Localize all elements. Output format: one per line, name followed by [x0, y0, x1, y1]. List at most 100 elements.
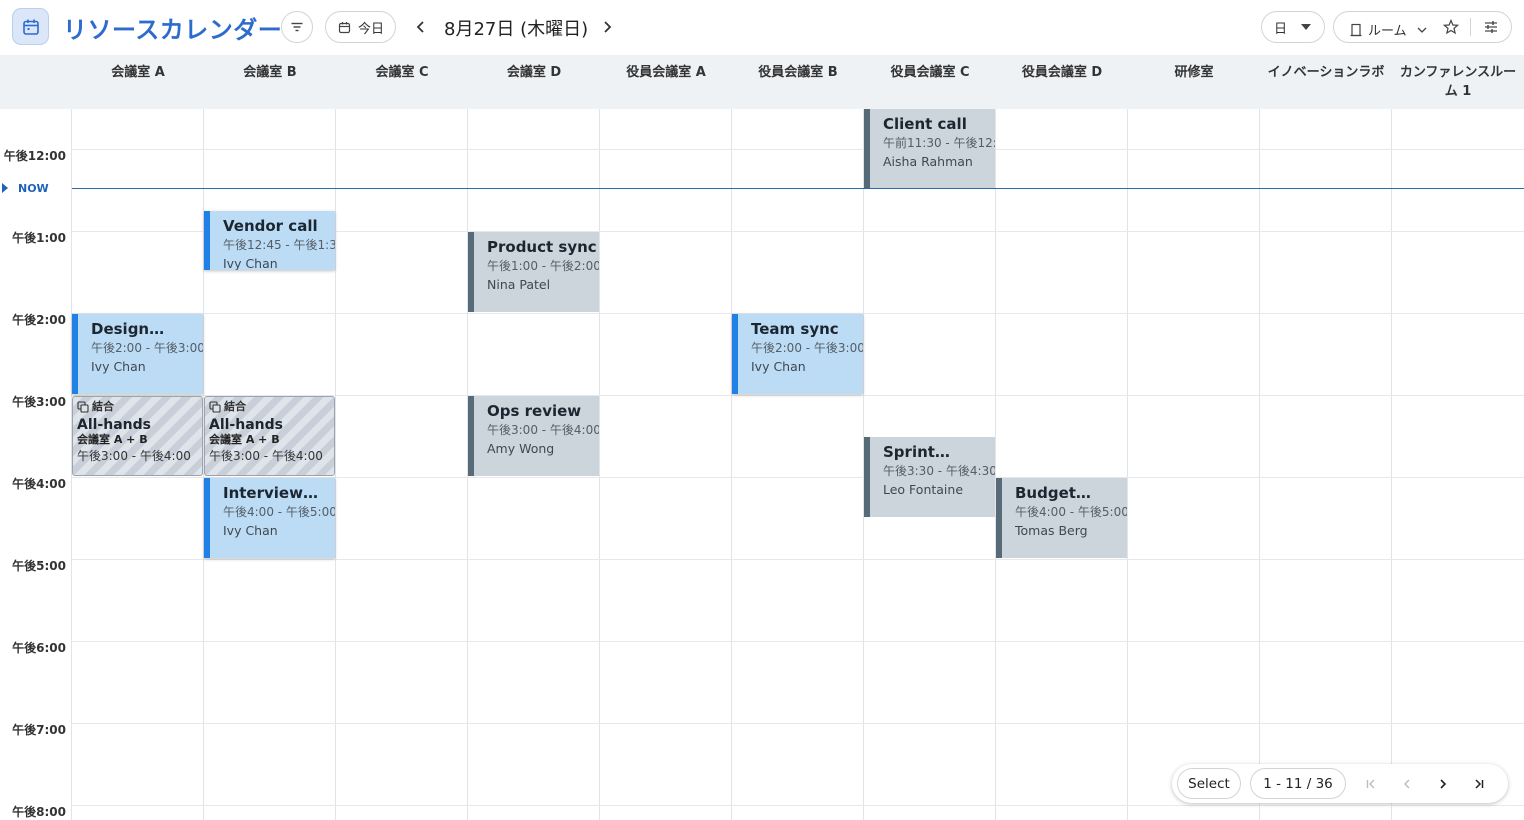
room-pager: Select 1 - 11 / 36: [1172, 764, 1508, 803]
next-day-button[interactable]: [595, 14, 619, 40]
filter-button[interactable]: [281, 11, 313, 43]
merged-tag: 結合: [209, 400, 334, 414]
room-header: カンファレンスルーム 1: [1399, 65, 1517, 99]
room-header: 役員会議室 B: [758, 65, 838, 80]
prev-page-button[interactable]: [1395, 772, 1419, 796]
event-title: Team sync: [751, 320, 839, 338]
event-time: 午後2:00 - 午後3:00: [91, 341, 203, 355]
event-title: Sprint…: [883, 443, 950, 461]
chevron-down-icon: [1417, 27, 1427, 33]
sliders-icon: [1485, 21, 1497, 33]
last-page-button[interactable]: [1467, 772, 1491, 796]
event-time: 午前11:30 - 午後12:30: [883, 136, 995, 150]
room-header: 研修室: [1174, 65, 1214, 80]
event-organizer: Ivy Chan: [751, 359, 806, 374]
time-label: 午後4:00: [12, 477, 66, 491]
room-header: 会議室 D: [506, 65, 562, 80]
event-title: Product sync: [487, 238, 597, 256]
merged-event-rooms: 会議室 A + B: [77, 433, 148, 446]
event-card[interactable]: Sprint… 午後3:30 - 午後4:30 Leo Fontaine: [864, 437, 995, 517]
today-label: 今日: [358, 21, 385, 37]
room-header: 会議室 A: [111, 65, 165, 80]
last-page-icon: [1475, 779, 1484, 789]
event-time: 午後3:00 - 午後4:00: [487, 423, 599, 437]
first-page-icon: [1366, 779, 1375, 789]
event-organizer: Leo Fontaine: [883, 482, 964, 497]
next-page-button[interactable]: [1431, 772, 1455, 796]
toolbar: リソースカレンダー 今日 8月27日 (木曜日) 日 ルーム: [0, 0, 1524, 55]
favorite-button[interactable]: [1442, 18, 1460, 39]
view-select-value: 日: [1274, 21, 1288, 37]
select-button[interactable]: Select: [1177, 768, 1241, 799]
time-label: 午後5:00: [12, 559, 66, 573]
event-organizer: Ivy Chan: [91, 359, 146, 374]
resource-select-value: ルーム: [1368, 24, 1407, 39]
page-range: 1 - 11 / 36: [1250, 768, 1346, 799]
chevron-right-icon: [604, 21, 612, 33]
event-organizer: Ivy Chan: [223, 523, 278, 538]
calendar-icon: [22, 19, 39, 35]
event-card[interactable]: Interview… 午後4:00 - 午後5:00 Ivy Chan: [204, 478, 335, 558]
resource-select[interactable]: ルーム: [1350, 20, 1427, 39]
time-label: 午後3:00: [12, 395, 66, 409]
event-organizer: Nina Patel: [487, 277, 551, 292]
now-label: NOW: [18, 182, 49, 195]
settings-button[interactable]: [1483, 19, 1499, 39]
event-organizer: Aisha Rahman: [883, 154, 973, 169]
prev-day-button[interactable]: [409, 14, 433, 40]
room-header: 役員会議室 C: [890, 65, 970, 80]
merged-event-title: All-hands: [209, 417, 283, 433]
today-button[interactable]: 今日: [325, 11, 396, 43]
time-label: 午後8:00: [12, 805, 66, 819]
merged-tag-label: 結合: [224, 400, 246, 413]
time-label: 午後6:00: [12, 641, 66, 655]
event-card[interactable]: Vendor call 午後12:45 - 午後1:30 Ivy Chan: [204, 211, 335, 270]
room-header: 会議室 C: [375, 65, 429, 80]
caret-down-icon: [1301, 24, 1312, 30]
event-card[interactable]: Budget… 午後4:00 - 午後5:00 Tomas Berg: [996, 478, 1127, 558]
time-label: 午後2:00: [12, 313, 66, 327]
event-title: Ops review: [487, 402, 582, 420]
calendar-app-icon[interactable]: [12, 8, 49, 45]
merged-event-rooms: 会議室 A + B: [209, 433, 280, 446]
event-title: Client call: [883, 115, 967, 133]
merged-event-time: 午後3:00 - 午後4:00: [77, 449, 191, 463]
event-time: 午後2:00 - 午後3:00: [751, 341, 863, 355]
event-time: 午後3:30 - 午後4:30: [883, 464, 995, 478]
event-title: Design…: [91, 320, 165, 338]
calendar-grid[interactable]: 午後12:00 午後1:00 午後2:00 午後3:00 午後4:00 午後5:…: [0, 109, 1524, 820]
event-card[interactable]: Product sync 午後1:00 - 午後2:00 Nina Patel: [468, 232, 599, 312]
event-card[interactable]: Design… 午後2:00 - 午後3:00 Ivy Chan: [72, 314, 203, 394]
event-card[interactable]: Team sync 午後2:00 - 午後3:00 Ivy Chan: [732, 314, 863, 394]
merged-event-title: All-hands: [77, 417, 151, 433]
filter-icon: [291, 22, 303, 32]
event-title: Vendor call: [223, 217, 318, 235]
page-title: リソースカレンダー: [63, 16, 283, 44]
room-header: イノベーションラボ: [1267, 65, 1385, 80]
room-header: 役員会議室 D: [1021, 65, 1103, 80]
merged-event-card[interactable]: 結合 All-hands 会議室 A + B 午後3:00 - 午後4:00: [204, 396, 335, 476]
star-icon: [1442, 18, 1460, 35]
chevron-left-icon: [416, 21, 424, 33]
event-organizer: Tomas Berg: [1015, 523, 1088, 538]
event-time: 午後4:00 - 午後5:00: [1015, 505, 1127, 519]
event-card[interactable]: Ops review 午後3:00 - 午後4:00 Amy Wong: [468, 396, 599, 476]
merged-tag: 結合: [77, 400, 202, 414]
now-indicator-arrow: [2, 183, 8, 193]
view-select[interactable]: 日: [1261, 11, 1325, 43]
calendar-small-icon: [338, 21, 351, 33]
toolbar-divider: [1470, 18, 1471, 36]
room-header: 役員会議室 A: [626, 65, 706, 80]
first-page-button[interactable]: [1359, 772, 1383, 796]
merged-event-time: 午後3:00 - 午後4:00: [209, 449, 323, 463]
merge-icon: [209, 401, 221, 413]
event-time: 午後4:00 - 午後5:00: [223, 505, 335, 519]
chevron-left-icon: [1404, 779, 1410, 789]
time-label: 午後12:00: [3, 149, 66, 163]
merged-tag-label: 結合: [92, 400, 114, 413]
event-organizer: Ivy Chan: [223, 256, 278, 270]
merged-event-card[interactable]: 結合 All-hands 会議室 A + B 午後3:00 - 午後4:00: [72, 396, 203, 476]
event-card[interactable]: Client call 午前11:30 - 午後12:30 Aisha Rahm…: [864, 109, 995, 188]
time-label: 午後1:00: [12, 231, 66, 245]
room-header-row: 会議室 A 会議室 B 会議室 C 会議室 D 役員会議室 A 役員会議室 B …: [0, 55, 1524, 109]
